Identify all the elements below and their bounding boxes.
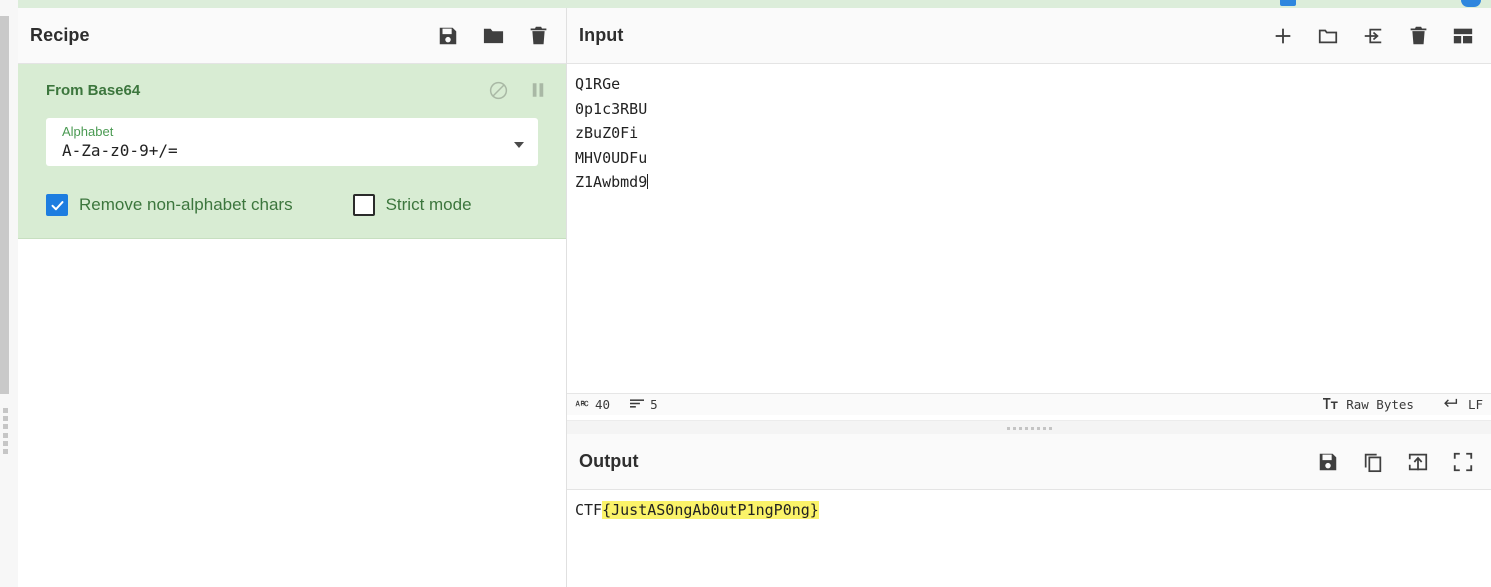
top-overflow-strip — [18, 0, 1491, 8]
input-pane: Input Q1RGe 0p1c3RBU zBuZ0Fi MHV0UDFu Z1… — [567, 8, 1491, 420]
recipe-pane: Recipe From Base64 Alphabet A-Za-z0-9+/=… — [18, 8, 567, 587]
recipe-header: Recipe — [18, 8, 566, 64]
pause-icon — [529, 81, 547, 99]
checkbox-checked[interactable] — [46, 194, 68, 216]
output-header: Output — [567, 434, 1491, 490]
output-pane: Output CTF{JustAS0ngAb0utP1ngP0ng} — [567, 434, 1491, 587]
output-textarea[interactable]: CTF{JustAS0ngAb0utP1ngP0ng} — [567, 490, 1491, 587]
save-icon — [437, 25, 459, 47]
pane-drag-handle[interactable] — [3, 408, 10, 454]
input-type-icon[interactable] — [1323, 397, 1338, 413]
plus-icon — [1272, 25, 1294, 47]
input-line-last: Z1Awbmd9 — [575, 170, 1491, 195]
open-file-as-input-button[interactable] — [1361, 24, 1385, 48]
copy-output-button[interactable] — [1361, 450, 1385, 474]
operation-header: From Base64 — [18, 78, 566, 102]
input-line: 0p1c3RBU — [575, 99, 648, 118]
operation-title: From Base64 — [46, 81, 141, 99]
output-prefix: CTF — [575, 501, 603, 519]
folder-outline-icon — [1317, 25, 1339, 47]
recipe-title: Recipe — [30, 25, 90, 45]
load-recipe-button[interactable] — [481, 24, 505, 48]
grip-dot — [3, 432, 8, 438]
maximise-output-button[interactable] — [1451, 450, 1475, 474]
output-title: Output — [579, 451, 639, 471]
chevron-down-icon[interactable] — [514, 142, 524, 148]
left-rail — [0, 0, 18, 587]
maximise-icon — [1452, 451, 1474, 473]
open-file-icon — [1362, 25, 1384, 47]
alphabet-label: Alphabet — [62, 124, 114, 139]
partial-control-left[interactable] — [1280, 0, 1296, 6]
checkbox-unchecked[interactable] — [352, 194, 375, 216]
clear-io-button[interactable] — [1406, 24, 1430, 48]
input-line: MHV0UDFu — [575, 148, 648, 167]
replace-input-icon — [1407, 451, 1429, 473]
trash-icon — [1408, 25, 1429, 46]
layout-icon — [1452, 25, 1474, 47]
recipe-operation-list[interactable] — [18, 239, 566, 548]
operation-arguments: Alphabet A-Za-z0-9+/= Remove non-alphabe… — [18, 118, 566, 216]
output-highlighted-flag: {JustAS0ngAb0utP1ngP0ng} — [602, 501, 819, 519]
strict-mode-option[interactable]: Strict mode — [352, 194, 472, 216]
disable-operation-button[interactable] — [486, 78, 510, 102]
alphabet-input[interactable]: A-Za-z0-9+/= — [62, 140, 528, 162]
add-input-tab-button[interactable] — [1271, 24, 1295, 48]
operation-controls — [486, 78, 550, 102]
splitter-grip — [1006, 426, 1052, 430]
remove-non-alphabet-chars-label: Remove non-alphabet chars — [79, 195, 293, 214]
text-caret — [647, 174, 649, 189]
strict-mode-label: Strict mode — [385, 195, 472, 214]
input-line-text: Z1Awbmd9 — [575, 173, 648, 191]
partial-control-right[interactable] — [1461, 0, 1481, 7]
abc-icon — [575, 397, 589, 412]
grip-dot — [3, 416, 8, 422]
folder-icon — [482, 24, 505, 47]
input-length-value: 40 — [595, 397, 611, 412]
input-status-bar: 40 5 Raw Bytes LF — [567, 393, 1491, 415]
operation-checkboxes: Remove non-alphabet chars Strict mode — [46, 194, 538, 216]
operations-scrollbar-track[interactable] — [0, 8, 9, 587]
input-lines-value: 5 — [650, 397, 658, 412]
lines-icon — [630, 397, 645, 412]
clear-recipe-button[interactable] — [526, 24, 550, 48]
grip-dot — [3, 424, 8, 430]
io-column: Input Q1RGe 0p1c3RBU zBuZ0Fi MHV0UDFu Z1… — [567, 8, 1491, 587]
circle-slash-icon — [488, 80, 509, 101]
save-icon — [1317, 451, 1339, 473]
remove-non-alphabet-chars-option[interactable]: Remove non-alphabet chars — [46, 194, 293, 216]
grip-dot — [3, 448, 8, 454]
save-output-button[interactable] — [1316, 450, 1340, 474]
input-header: Input — [567, 8, 1491, 64]
input-length-status: 40 — [575, 397, 610, 412]
copy-icon — [1362, 451, 1384, 473]
input-lines-status: 5 — [630, 397, 658, 412]
input-line: zBuZ0Fi — [575, 124, 639, 142]
output-actions — [1316, 450, 1475, 474]
reset-layout-button[interactable] — [1451, 24, 1475, 48]
line-ending-value[interactable]: LF — [1468, 397, 1483, 412]
line-ending-icon[interactable] — [1444, 397, 1460, 413]
input-type-value[interactable]: Raw Bytes — [1346, 397, 1414, 412]
grip-dot — [3, 440, 8, 446]
grip-dot — [3, 408, 8, 413]
cyberchef-app: Recipe From Base64 Alphabet A-Za-z0-9+/=… — [0, 0, 1491, 587]
output-line: CTF{JustAS0ngAb0utP1ngP0ng} — [575, 498, 1491, 523]
input-line: Q1RGe — [575, 75, 621, 93]
operations-scrollbar-thumb[interactable] — [0, 16, 9, 394]
input-actions — [1271, 24, 1475, 48]
breakpoint-button[interactable] — [526, 78, 550, 102]
alphabet-field[interactable]: Alphabet A-Za-z0-9+/= — [46, 118, 538, 166]
trash-icon — [528, 25, 549, 46]
recipe-actions — [436, 24, 550, 48]
replace-input-with-output-button[interactable] — [1406, 450, 1430, 474]
save-recipe-button[interactable] — [436, 24, 460, 48]
input-title: Input — [579, 25, 624, 45]
input-textarea[interactable]: Q1RGe 0p1c3RBU zBuZ0Fi MHV0UDFu Z1Awbmd9 — [567, 64, 1491, 393]
operation-from-base64[interactable]: From Base64 Alphabet A-Za-z0-9+/= Remove… — [18, 64, 566, 239]
input-status-right: Raw Bytes LF — [1323, 397, 1483, 413]
open-folder-as-input-button[interactable] — [1316, 24, 1340, 48]
